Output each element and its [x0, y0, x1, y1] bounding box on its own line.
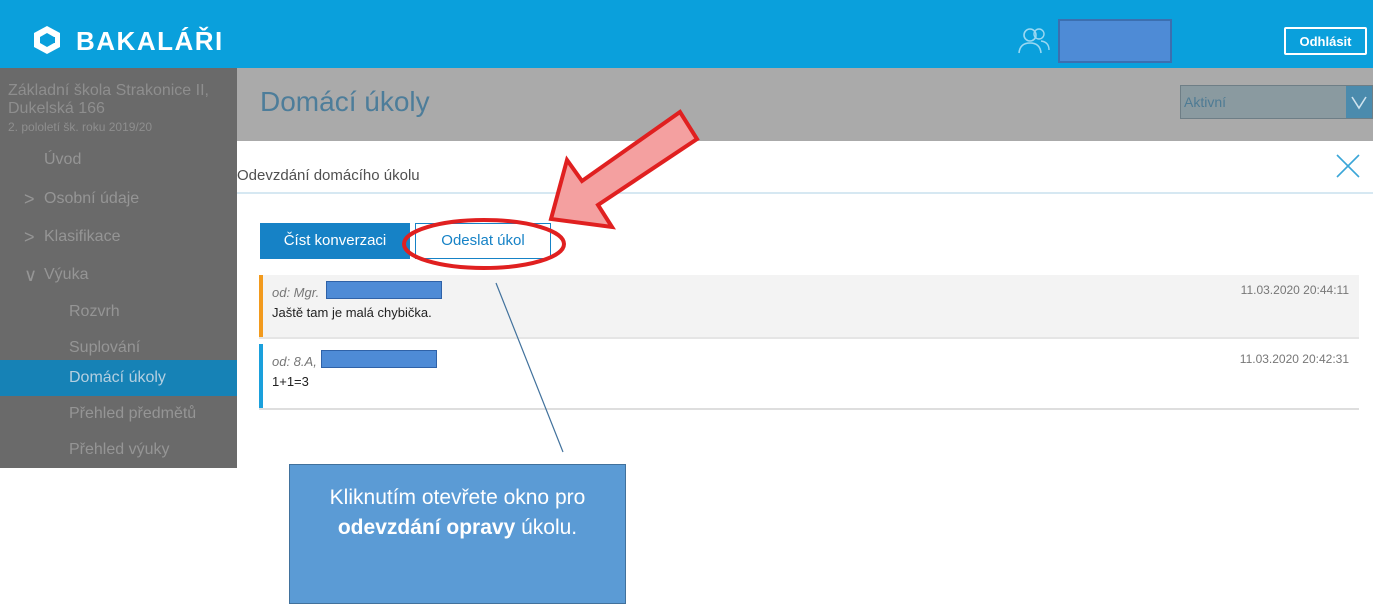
annotation-layer — [402, 109, 700, 453]
callout-text: Kliknutím otevřete okno pro — [329, 486, 586, 509]
callout-box: Kliknutím otevřete okno pro odevzdání op… — [289, 464, 626, 604]
callout-text: úkolu. — [515, 516, 578, 539]
callout-pointer-line — [495, 282, 564, 453]
screen: BAKALÁŘI Odhlásit Základní škola Strakon… — [0, 0, 1373, 604]
pointer-arrow-icon — [548, 109, 700, 230]
highlight-ellipse — [402, 218, 566, 270]
callout-text-bold: odevzdání opravy — [337, 516, 516, 539]
